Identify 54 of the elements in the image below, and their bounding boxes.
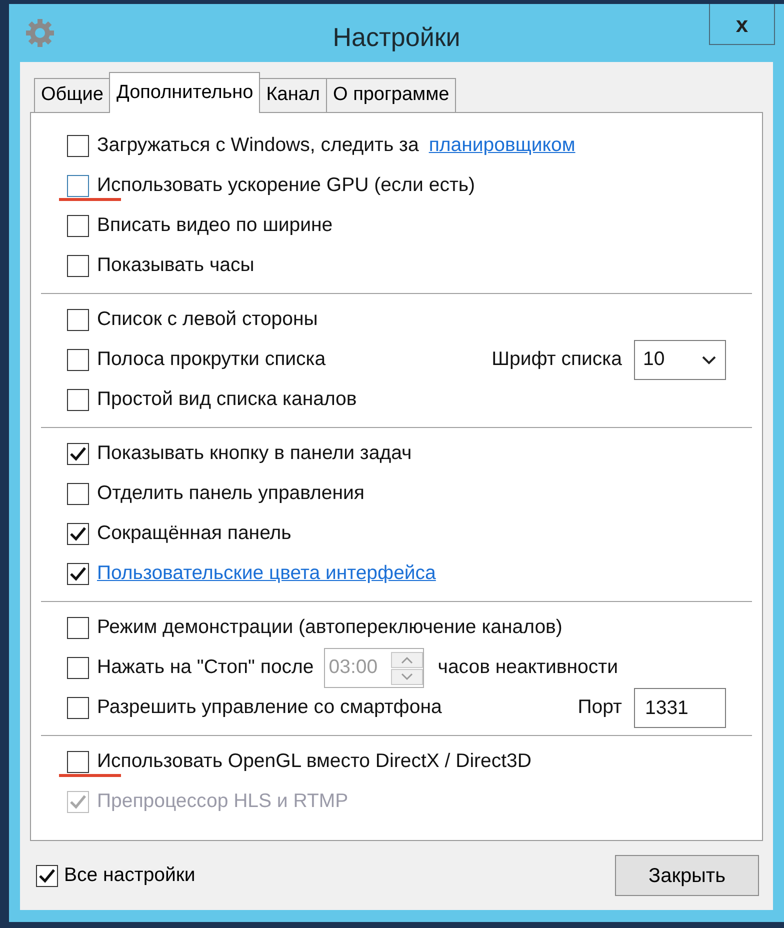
font-size-select[interactable]: 10 [634,340,726,380]
option-label: Отделить панель управления [97,481,364,506]
check-icon [70,567,86,581]
checkbox[interactable] [67,563,89,585]
option-label: Режим демонстрации (автопереключение каналов) [97,615,562,640]
checkbox[interactable] [67,443,89,465]
close-button[interactable]: x [709,4,775,45]
check-icon [70,795,86,809]
option-label: Разрешить управление со смартфона [97,695,442,720]
option-label: Полоса прокрутки списка [97,347,326,372]
option-label: Использовать ускорение GPU (если есть) [97,173,476,198]
checkbox[interactable] [36,864,58,886]
tab[interactable]: Дополнительно [109,72,260,113]
checkbox[interactable] [67,483,89,505]
checkbox[interactable] [67,215,89,237]
custom-colors-link[interactable]: Пользовательские цвета интерфейса [97,559,436,589]
checkbox[interactable] [67,309,89,331]
option-label: Показывать кнопку в панели задач [97,441,412,466]
checkbox[interactable] [67,135,89,157]
checkbox[interactable] [67,751,89,773]
option-label: Показывать часы [97,253,254,278]
window-title: Настройки [332,20,460,54]
option-label: Простой вид списка каналов [97,387,357,412]
check-icon [39,868,55,882]
check-icon [70,527,86,541]
checkbox[interactable] [67,657,89,679]
inactivity-label: часов неактивности [438,655,618,680]
option-label: Нажать на "Стоп" после [97,655,314,680]
port-field[interactable]: 1331 [634,688,726,728]
option-label: Список с левой стороны [97,307,318,332]
checkbox[interactable] [67,175,89,197]
checkbox[interactable] [67,617,89,639]
gear-icon [25,18,55,48]
option-label: Вписать видео по ширине [97,213,333,238]
option-label: Сокращённая панель [97,521,292,546]
check-icon [70,447,86,461]
option-label: Загружаться с Windows, следить за [97,133,419,158]
checkbox[interactable] [67,255,89,277]
annotation-underline [59,774,121,777]
checkbox[interactable] [67,523,89,545]
scheduler-link[interactable]: планировщиком [428,131,576,161]
checkbox[interactable] [67,697,89,719]
option-label: Препроцессор HLS и RTMP [97,789,348,814]
port-label: Порт [578,695,622,720]
checkbox[interactable] [67,389,89,411]
tab[interactable]: Общие [34,78,110,113]
close-dialog-button[interactable]: Закрыть [615,855,759,896]
font-size-label: Шрифт списка [492,347,622,372]
checkbox[interactable] [67,349,89,371]
annotation-underline [59,198,121,201]
chevron-down-icon [701,355,717,365]
tab[interactable]: О программе [326,78,456,113]
all-settings-label: Все настройки [64,862,196,888]
option-label: Использовать OpenGL вместо DirectX / Direct3D [97,749,532,774]
